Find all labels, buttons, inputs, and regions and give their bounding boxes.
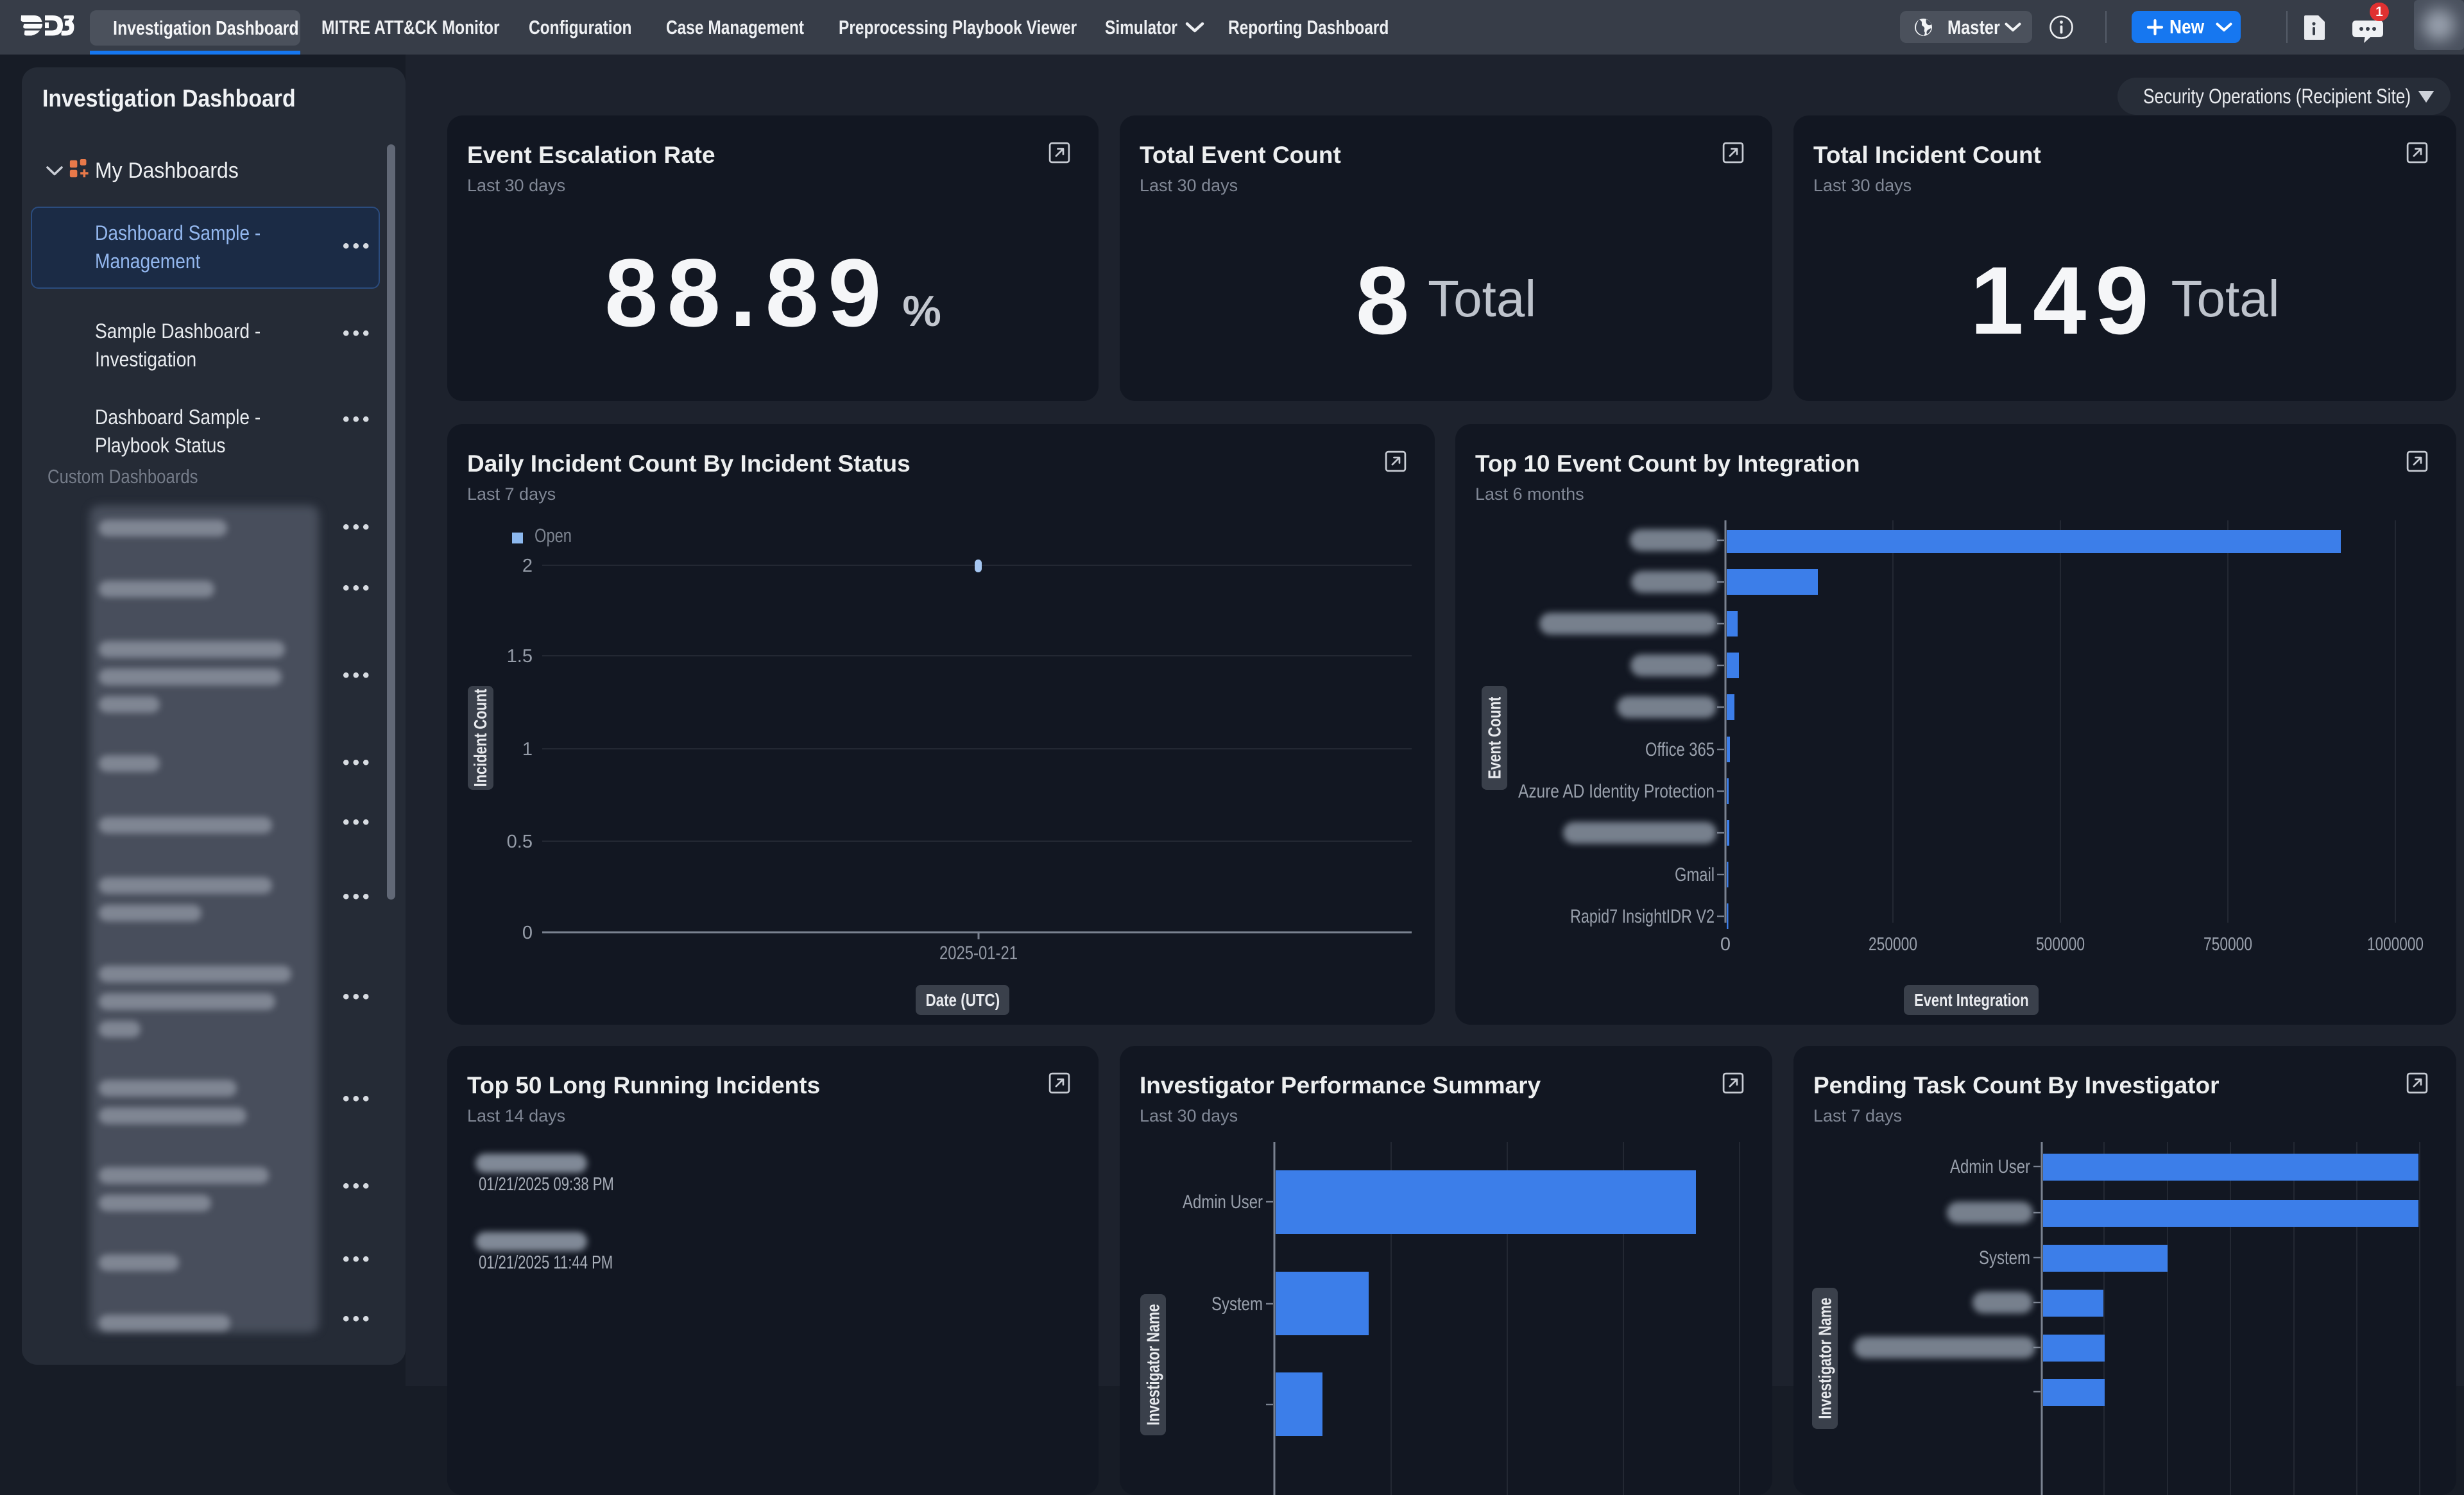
svg-text:1.5: 1.5 [507,646,533,667]
svg-text:Open: Open [535,524,572,547]
svg-text:Gmail: Gmail [1675,864,1715,885]
svg-text:Rapid7 InsightIDR V2: Rapid7 InsightIDR V2 [1570,906,1715,927]
svg-text:Office 365: Office 365 [1645,739,1715,760]
svg-text:Admin User: Admin User [1183,1192,1263,1213]
svg-text:0: 0 [1720,934,1731,955]
svg-text:250000: 250000 [1869,934,1917,955]
svg-text:2: 2 [522,556,533,576]
svg-text:Azure AD Identity Protection: Azure AD Identity Protection [1518,781,1715,802]
svg-text:500000: 500000 [2036,934,2085,955]
svg-text:1: 1 [522,739,533,760]
svg-text:750000: 750000 [2203,934,2252,955]
svg-text:System: System [1211,1294,1263,1315]
svg-text:1000000: 1000000 [2367,934,2424,955]
svg-text:0.5: 0.5 [507,832,533,852]
svg-text:System: System [1979,1247,2030,1269]
svg-text:0: 0 [522,923,533,943]
svg-text:Admin User: Admin User [1950,1156,2030,1177]
svg-text:2025-01-21: 2025-01-21 [939,943,1018,964]
